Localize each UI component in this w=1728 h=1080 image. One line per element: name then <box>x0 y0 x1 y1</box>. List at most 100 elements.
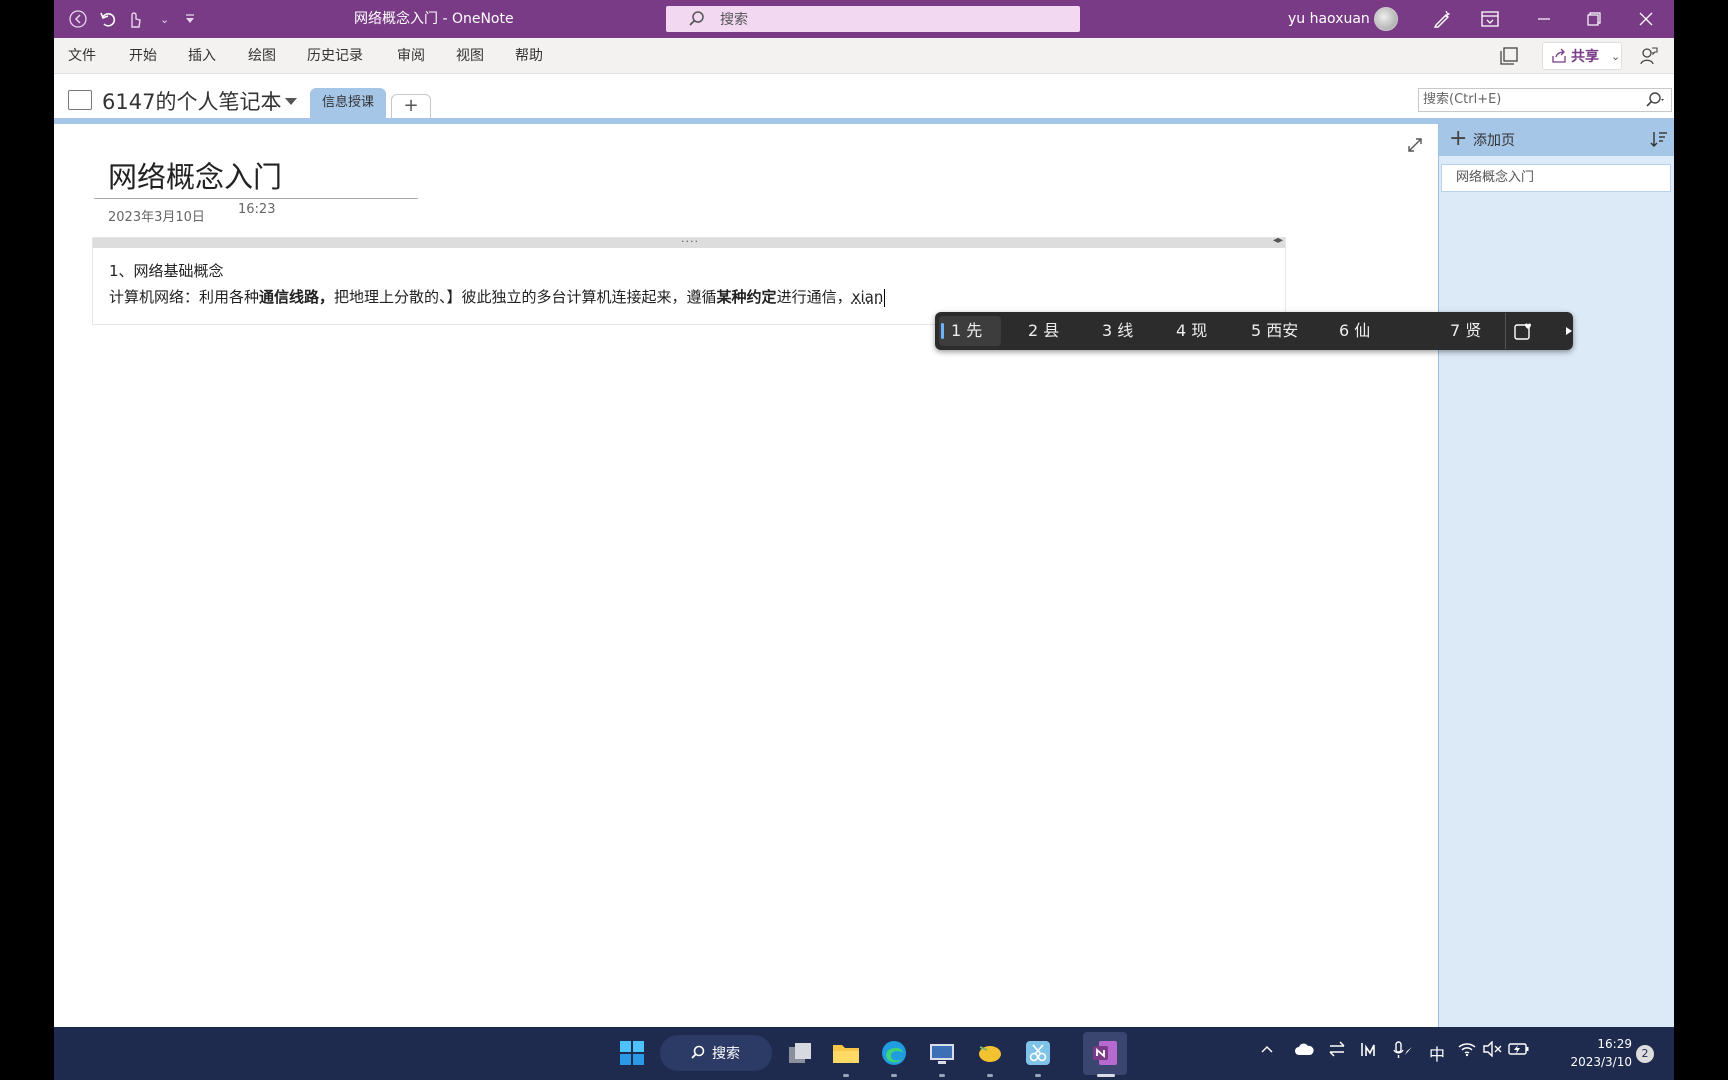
task-view-button[interactable] <box>786 1039 814 1067</box>
edge-browser-button[interactable] <box>880 1039 908 1067</box>
touch-hand-icon <box>131 12 141 28</box>
sort-icon[interactable] <box>1649 129 1669 149</box>
menu-history[interactable]: 历史记录 <box>307 38 363 74</box>
onenote-taskbar-button[interactable] <box>1091 1039 1119 1067</box>
drag-handle-icon[interactable]: ···· <box>681 235 699 248</box>
running-indicator <box>843 1074 849 1077</box>
clock-time: 16:29 <box>1597 1037 1632 1051</box>
ime-candidate-6[interactable]: 6 仙 <box>1339 312 1370 350</box>
menu-review[interactable]: 审阅 <box>397 38 425 74</box>
expand-icon[interactable] <box>1406 136 1424 154</box>
clock-date: 2023/3/10 <box>1570 1055 1632 1069</box>
menu-home[interactable]: 开始 <box>129 38 157 74</box>
tab-section-info[interactable]: 信息授课 <box>310 88 386 118</box>
ribbon-display-button[interactable] <box>1468 0 1512 38</box>
minimize-button[interactable] <box>1522 0 1566 38</box>
notebook-dropdown-icon[interactable] <box>285 98 297 105</box>
ime-candidate-5[interactable]: 5 西安 <box>1251 312 1298 350</box>
tray-app-button[interactable] <box>1360 1041 1378 1061</box>
notebook-bar: 6147的个人笔记本 信息授课 + 搜索(Ctrl+E) <box>54 74 1674 118</box>
page-list-pane: + 添加页 网络概念入门 <box>1438 124 1674 1027</box>
page-list-item[interactable]: 网络概念入门 <box>1441 164 1671 192</box>
text-run: 计算机网络：利用各种 <box>109 288 260 306</box>
page-search-input[interactable]: 搜索(Ctrl+E) <box>1418 88 1672 112</box>
taskbar-search-box[interactable]: 搜索 <box>660 1035 772 1071</box>
snipping-tool-button[interactable] <box>1024 1039 1052 1067</box>
ime-candidate-7[interactable]: 7 贤 <box>1450 312 1481 350</box>
ime-candidate-3[interactable]: 3 线 <box>1102 312 1133 350</box>
menu-insert[interactable]: 插入 <box>188 38 216 74</box>
search-icon <box>691 1045 705 1059</box>
share-icon <box>1552 48 1566 63</box>
bold-text-run: 通信线路， <box>259 288 335 306</box>
restore-button[interactable] <box>1572 0 1616 38</box>
network-sync-button[interactable] <box>1328 1041 1346 1061</box>
text-caret <box>884 288 886 307</box>
arrows-exchange-icon <box>1329 1041 1345 1057</box>
ime-candidate-2[interactable]: 2 县 <box>1028 312 1059 350</box>
windows-logo-icon <box>620 1041 644 1065</box>
add-page-button[interactable]: + 添加页 <box>1439 124 1674 156</box>
remote-desktop-button[interactable] <box>928 1039 956 1067</box>
title-search-box[interactable]: 搜索 <box>666 6 1080 32</box>
page-date: 2023年3月10日 <box>108 210 205 225</box>
feedback-person-icon <box>1640 47 1658 65</box>
menu-file[interactable]: 文件 <box>68 38 96 74</box>
windows-taskbar: 搜索 中 16:29 2023/3/10 2 <box>54 1027 1674 1080</box>
note-container-handle[interactable]: ···· ◂▸ <box>93 235 1285 248</box>
title-search-placeholder: 搜索 <box>720 12 748 28</box>
show-hidden-icons-button[interactable] <box>1260 1041 1274 1060</box>
microphone-button[interactable] <box>1392 1041 1414 1063</box>
onedrive-button[interactable] <box>1294 1041 1314 1060</box>
share-button[interactable]: 共享 ⌄ <box>1542 42 1622 70</box>
ribbon-menu-bar: 文件 开始 插入 绘图 历史记录 审阅 视图 帮助 共享 ⌄ <box>54 38 1674 74</box>
taskbar-clock[interactable]: 16:29 2023/3/10 <box>1562 1035 1632 1071</box>
app-lemon-button[interactable] <box>976 1039 1004 1067</box>
close-button[interactable] <box>1624 0 1668 38</box>
microphone-icon <box>1393 1041 1412 1058</box>
ime-candidate-1[interactable]: 1 先 <box>939 316 1001 346</box>
note-line-definition[interactable]: 计算机网络：利用各种通信线路，把地理上分散的、】彼此独立的多台计算机连接起来，遵… <box>109 286 886 307</box>
note-line-heading[interactable]: 1、网络基础概念 <box>109 260 224 281</box>
notebook-name[interactable]: 6147的个人笔记本 <box>102 86 281 116</box>
undo-button[interactable] <box>98 0 118 38</box>
notebook-icon[interactable] <box>68 90 92 110</box>
bar-graph-icon <box>1361 1043 1375 1056</box>
battery-button[interactable] <box>1508 1041 1530 1061</box>
back-button[interactable] <box>68 0 88 38</box>
start-button[interactable] <box>618 1039 646 1067</box>
add-section-button[interactable]: + <box>391 94 431 118</box>
user-name[interactable]: yu haoxuan <box>1288 0 1370 38</box>
touch-mode-button[interactable] <box>126 0 144 38</box>
resize-handle-icon[interactable]: ◂▸ <box>1273 235 1283 246</box>
ime-candidate-4[interactable]: 4 现 <box>1176 312 1207 350</box>
input-method-indicator[interactable]: 中 <box>1429 1041 1445 1065</box>
text-run: 把地理上分散的、】彼此独立的多台计算机连接起来，遵循 <box>334 288 717 306</box>
notification-badge[interactable]: 2 <box>1636 1045 1654 1063</box>
page-title[interactable]: 网络概念入门 <box>108 154 282 196</box>
chevron-down-icon: ⌄ <box>1611 49 1621 63</box>
menu-help[interactable]: 帮助 <box>515 38 543 74</box>
page-canvas[interactable]: 网络概念入门 2023年3月10日 16:23 ···· ◂▸ 1、网络基础概念… <box>54 124 1438 1027</box>
sticky-notes-button[interactable] <box>1498 45 1520 67</box>
minimize-icon <box>1538 18 1550 20</box>
feedback-button[interactable] <box>1638 45 1660 67</box>
chevron-down-icon[interactable]: ⌄ <box>160 0 169 38</box>
running-indicator <box>987 1074 993 1077</box>
ime-next-page-button[interactable] <box>1559 312 1579 350</box>
onenote-window: ⌄ 网络概念入门 - OneNote 搜索 yu haoxuan 文件 开始 插 <box>54 0 1674 1080</box>
taskbar-search-label: 搜索 <box>712 1046 740 1062</box>
menu-view[interactable]: 视图 <box>456 38 484 74</box>
coauthor-button[interactable] <box>1420 0 1464 38</box>
restore-icon <box>1587 12 1601 26</box>
avatar[interactable] <box>1374 7 1398 31</box>
file-explorer-button[interactable] <box>832 1039 860 1067</box>
ime-favorite-button[interactable] <box>1505 313 1539 349</box>
menu-draw[interactable]: 绘图 <box>248 38 276 74</box>
volume-button[interactable] <box>1482 1040 1502 1061</box>
share-label: 共享 <box>1571 49 1599 65</box>
customize-toolbar-button[interactable] <box>184 0 196 38</box>
remote-desktop-icon <box>930 1044 954 1064</box>
wifi-button[interactable] <box>1458 1041 1476 1061</box>
cloud-icon <box>1295 1043 1314 1055</box>
